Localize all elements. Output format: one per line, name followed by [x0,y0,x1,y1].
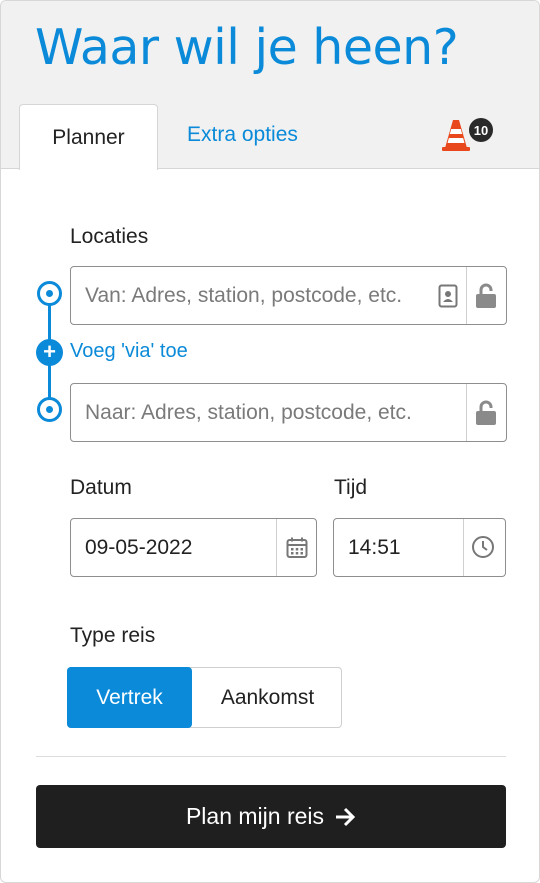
from-input[interactable] [85,267,435,324]
origin-dot-icon [37,281,62,306]
planner-header: Waar wil je heen? Planner Extra opties 1… [1,1,539,170]
time-field-separator [463,519,464,576]
divider [36,756,506,757]
add-via-link[interactable]: Voeg 'via' toe [70,340,188,363]
plan-trip-label: Plan mijn reis [185,803,325,829]
to-field-separator [466,384,467,441]
arrow-right-icon [336,807,356,826]
page-title: Waar wil je heen? [35,19,459,76]
tab-extra-options[interactable]: Extra opties [187,123,298,147]
trip-type-label: Type reis [70,624,156,647]
time-input[interactable] [348,519,458,576]
time-label: Tijd [334,476,368,499]
to-input[interactable] [85,384,465,441]
tab-planner-label: Planner [52,125,125,149]
date-field-separator [276,519,277,576]
planner-widget: Waar wil je heen? Planner Extra opties 1… [0,0,540,883]
add-via-icon[interactable]: + [36,339,63,366]
from-field-separator [466,267,467,324]
unlock-icon[interactable] [474,282,498,310]
plan-trip-button[interactable]: Plan mijn reis [36,785,506,848]
unlock-icon[interactable] [474,399,498,427]
clock-icon[interactable] [471,535,495,559]
arrival-option[interactable]: Aankomst [193,668,342,727]
to-field[interactable] [70,383,507,442]
trip-type-toggle: Vertrek Aankomst [67,667,342,728]
alert-count-badge: 10 [469,118,493,142]
locations-label: Locaties [70,225,149,248]
contact-card-icon[interactable] [438,284,458,308]
calendar-icon[interactable] [286,537,308,559]
time-field[interactable] [333,518,506,577]
departure-option[interactable]: Vertrek [67,667,192,728]
route-indicator: + [36,281,63,422]
date-label: Datum [70,476,132,499]
from-field[interactable] [70,266,507,325]
traffic-cone-icon [442,120,470,151]
disruptions-alert[interactable]: 10 [442,117,498,153]
destination-dot-icon [37,397,62,422]
date-field[interactable] [70,518,317,577]
date-input[interactable] [85,519,275,576]
tab-planner[interactable]: Planner [19,104,158,170]
